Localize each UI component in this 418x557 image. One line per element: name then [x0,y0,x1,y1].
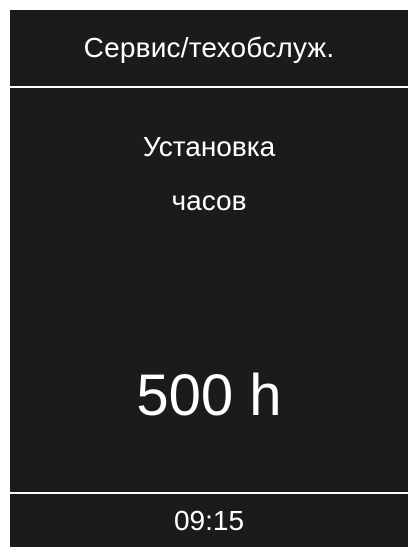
menu-title: Сервис/техобслуж. [83,32,335,63]
clock-time: 09:15 [173,504,245,536]
setting-value[interactable]: 500 h [10,362,408,430]
display-screen: Сервис/техобслуж. Установка часов 500 h … [10,10,408,547]
status-bar: 09:15 [10,494,408,547]
menu-header: Сервис/техобслуж. [10,10,408,86]
setting-label-line2: часов [171,185,247,216]
setting-label-line1: Установка [142,131,276,162]
header-divider [10,86,408,88]
